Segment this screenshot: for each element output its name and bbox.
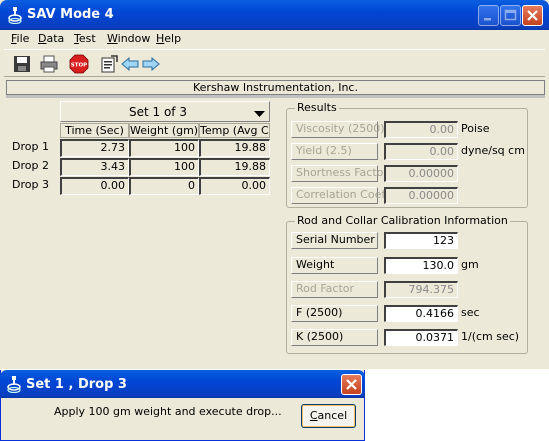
column-header-weight: Weight (gm) <box>129 123 199 138</box>
yield-value: 0.00 <box>384 143 458 160</box>
calibration-group-title: Rod and Collar Calibration Information <box>295 214 510 227</box>
drop-3-temp[interactable]: 0.00 <box>199 177 270 195</box>
menu-window[interactable]: Window <box>107 32 150 45</box>
menu-test[interactable]: Test <box>74 32 96 45</box>
toolbar: STOP <box>4 49 545 77</box>
window-title: SAV Mode 4 <box>27 7 114 22</box>
stop-icon[interactable]: STOP <box>69 54 89 74</box>
save-icon[interactable] <box>12 54 32 74</box>
row-label-drop-1: Drop 1 <box>12 140 49 153</box>
maximize-button[interactable] <box>500 5 521 26</box>
yield-label[interactable]: Yield (2.5) <box>291 143 378 160</box>
column-header-time: Time (Sec) <box>60 123 129 138</box>
properties-icon[interactable] <box>99 54 119 74</box>
weight-unit: gm <box>461 258 479 271</box>
title-bar[interactable]: SAV Mode 4 <box>0 0 549 30</box>
f-2500-label[interactable]: F (2500) <box>291 305 378 322</box>
rod-factor-value: 794.375 <box>384 281 458 298</box>
app-icon[interactable] <box>7 6 23 25</box>
column-header-temp: Temp (Avg C) <box>199 123 270 138</box>
back-arrow-icon[interactable] <box>120 54 140 74</box>
dialog-app-icon[interactable] <box>6 375 22 394</box>
menu-data[interactable]: Data <box>38 32 64 45</box>
company-banner: Kershaw Instrumentation, Inc. <box>6 80 545 95</box>
row-label-drop-2: Drop 2 <box>12 159 49 172</box>
forward-arrow-icon[interactable] <box>141 54 161 74</box>
viscosity-unit: Poise <box>461 122 490 135</box>
yield-unit: dyne/sq cm <box>461 144 525 157</box>
row-label-drop-3: Drop 3 <box>12 178 49 191</box>
close-button[interactable] <box>522 5 543 26</box>
serial-number-field[interactable]: 123 <box>384 232 458 249</box>
viscosity-value: 0.00 <box>384 121 458 138</box>
drop-3-time[interactable]: 0.00 <box>60 177 129 195</box>
correlation-value: 0.00000 <box>384 187 458 204</box>
divider <box>6 95 545 98</box>
drop-1-time[interactable]: 2.73 <box>60 139 129 157</box>
menu-file[interactable]: File <box>11 32 29 45</box>
weight-label[interactable]: Weight <box>291 257 378 274</box>
weight-field[interactable]: 130.0 <box>384 257 458 274</box>
dialog-title: Set 1 , Drop 3 <box>26 377 127 392</box>
correlation-label[interactable]: Correlation Coeff <box>291 187 389 204</box>
drop-2-weight[interactable]: 100 <box>129 158 199 176</box>
shortness-label[interactable]: Shortness Factor <box>291 165 388 182</box>
results-group-title: Results <box>295 101 339 114</box>
f-2500-field[interactable]: 0.4166 <box>384 305 458 322</box>
set-selector[interactable]: Set 1 of 3 <box>60 101 270 122</box>
minimize-button[interactable] <box>478 5 499 26</box>
menu-bar: File Data Test Window Help <box>4 30 545 48</box>
drop-2-temp[interactable]: 19.88 <box>199 158 270 176</box>
menu-help[interactable]: Help <box>156 32 181 45</box>
f-2500-unit: sec <box>461 306 480 319</box>
chevron-down-icon[interactable] <box>254 108 265 121</box>
dialog-message: Apply 100 gm weight and execute drop... <box>54 405 282 418</box>
shortness-value: 0.00000 <box>384 165 458 182</box>
dialog-title-bar[interactable]: Set 1 , Drop 3 <box>0 370 365 398</box>
svg-text:STOP: STOP <box>71 63 87 69</box>
viscosity-label[interactable]: Viscosity (2500) <box>291 121 385 138</box>
serial-number-label[interactable]: Serial Number <box>291 232 378 249</box>
set-selector-value: Set 1 of 3 <box>129 105 187 119</box>
drop-3-weight[interactable]: 0 <box>129 177 199 195</box>
k-2500-field[interactable]: 0.0371 <box>384 329 458 346</box>
drop-2-time[interactable]: 3.43 <box>60 158 129 176</box>
drop-1-temp[interactable]: 19.88 <box>199 139 270 157</box>
print-icon[interactable] <box>39 54 59 74</box>
cancel-button[interactable]: Cancel <box>301 404 356 428</box>
k-2500-unit: 1/(cm sec) <box>461 330 520 343</box>
rod-factor-label[interactable]: Rod Factor <box>291 281 378 298</box>
dialog-close-button[interactable] <box>341 374 362 395</box>
k-2500-label[interactable]: K (2500) <box>291 329 378 346</box>
drop-1-weight[interactable]: 100 <box>129 139 199 157</box>
